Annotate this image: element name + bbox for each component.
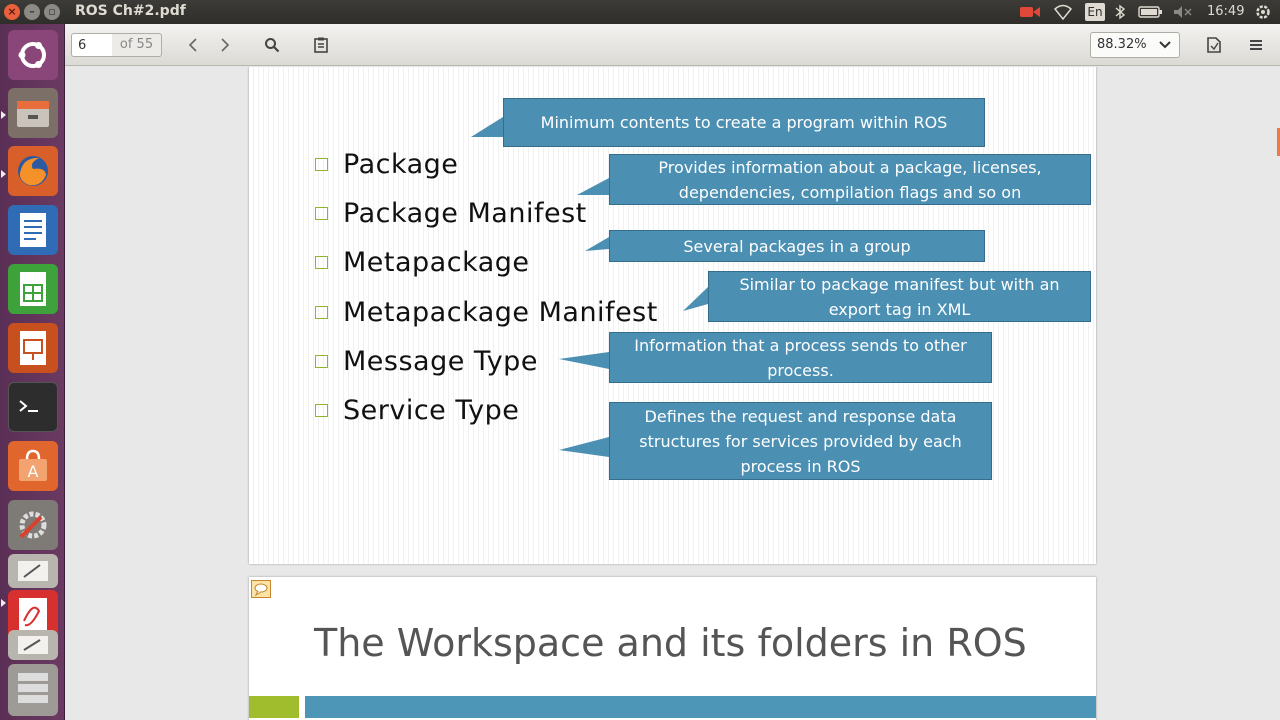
bullet-square-icon (315, 157, 328, 171)
chevron-left-icon (188, 38, 197, 52)
window-title: ROS Ch#2.pdf (75, 3, 186, 19)
top-panel: × – ▫ ROS Ch#2.pdf En 16:49 (0, 0, 1280, 24)
search-button[interactable] (258, 33, 286, 57)
bullet-square-icon (315, 403, 328, 417)
maximize-button[interactable]: ▫ (44, 4, 60, 20)
page-layout-button[interactable] (1200, 33, 1228, 57)
power-gear-icon[interactable] (1254, 3, 1272, 21)
search-icon (265, 38, 280, 53)
zoom-select[interactable]: 88.32% (1090, 32, 1180, 58)
callout-package: Minimum contents to create a program wit… (503, 98, 985, 147)
libreoffice-impress-icon[interactable] (8, 323, 58, 373)
bullet-square-icon (315, 305, 328, 319)
clipboard-icon (314, 37, 328, 53)
callout-metapackage-manifest: Similar to package manifest but with an … (708, 271, 1091, 322)
slide-accent-green (249, 696, 299, 718)
hamburger-menu-icon (1250, 40, 1262, 50)
page-count: of 55 (112, 33, 162, 57)
close-button[interactable]: × (4, 4, 20, 20)
wifi-icon[interactable] (1053, 4, 1073, 20)
chevron-right-icon (221, 38, 230, 52)
clock[interactable]: 16:49 (1207, 4, 1244, 19)
minimize-button[interactable]: – (24, 4, 40, 20)
files-icon[interactable] (8, 88, 58, 138)
launcher: A (0, 24, 65, 720)
callout-metapackage: Several packages in a group (609, 230, 985, 262)
menu-button[interactable] (1242, 33, 1270, 57)
document-icon (1207, 37, 1221, 53)
bullet-square-icon (315, 206, 328, 220)
bullet-square-icon (315, 255, 328, 269)
previous-page-button[interactable] (179, 33, 207, 57)
record-icon[interactable] (1019, 5, 1043, 19)
bullet-item: Message Type (315, 341, 538, 381)
workspace-switcher-icon[interactable] (8, 664, 58, 716)
text-editor-icon[interactable] (8, 554, 58, 588)
bullet-item: Service Type (315, 390, 519, 430)
document-view[interactable]: Package Package Manifest Metapackage Met… (65, 67, 1280, 720)
terminal-icon[interactable] (8, 382, 58, 432)
next-page-button[interactable] (211, 33, 239, 57)
bullet-item: Metapackage (315, 242, 530, 282)
pdf-page: Package Package Manifest Metapackage Met… (249, 67, 1096, 564)
slide-title: The Workspace and its folders in ROS (314, 621, 1027, 665)
annotations-button[interactable] (307, 33, 335, 57)
battery-icon[interactable] (1138, 5, 1164, 19)
bullet-item: Package Manifest (315, 193, 587, 233)
svg-text:A: A (28, 462, 39, 481)
viewer-toolbar: of 55 88.32% (65, 24, 1280, 66)
libreoffice-writer-icon[interactable] (8, 205, 58, 255)
pdf-page: The Workspace and its folders in ROS (249, 577, 1096, 720)
system-settings-icon[interactable] (8, 500, 58, 550)
keyboard-layout-icon[interactable]: En (1085, 3, 1105, 21)
firefox-icon[interactable] (8, 146, 58, 196)
bullet-square-icon (315, 354, 328, 368)
text-editor-2-icon[interactable] (8, 630, 58, 660)
page-number-input[interactable] (71, 33, 113, 57)
callout-message-type: Information that a process sends to othe… (609, 332, 992, 383)
callout-package-manifest: Provides information about a package, li… (609, 154, 1091, 205)
chevron-down-icon (1159, 41, 1171, 49)
libreoffice-calc-icon[interactable] (8, 264, 58, 314)
bullet-item: Metapackage Manifest (315, 292, 658, 332)
volume-muted-icon[interactable] (1173, 5, 1193, 19)
bullet-item: Package (315, 144, 458, 184)
ubuntu-dash-icon[interactable] (8, 30, 58, 80)
callout-service-type: Defines the request and response data st… (609, 402, 992, 480)
slide-accent-blue (305, 696, 1096, 718)
annotation-note-icon[interactable] (251, 580, 271, 598)
software-center-icon[interactable]: A (8, 441, 58, 491)
bluetooth-icon[interactable] (1114, 4, 1126, 20)
zoom-value: 88.32% (1097, 37, 1147, 52)
